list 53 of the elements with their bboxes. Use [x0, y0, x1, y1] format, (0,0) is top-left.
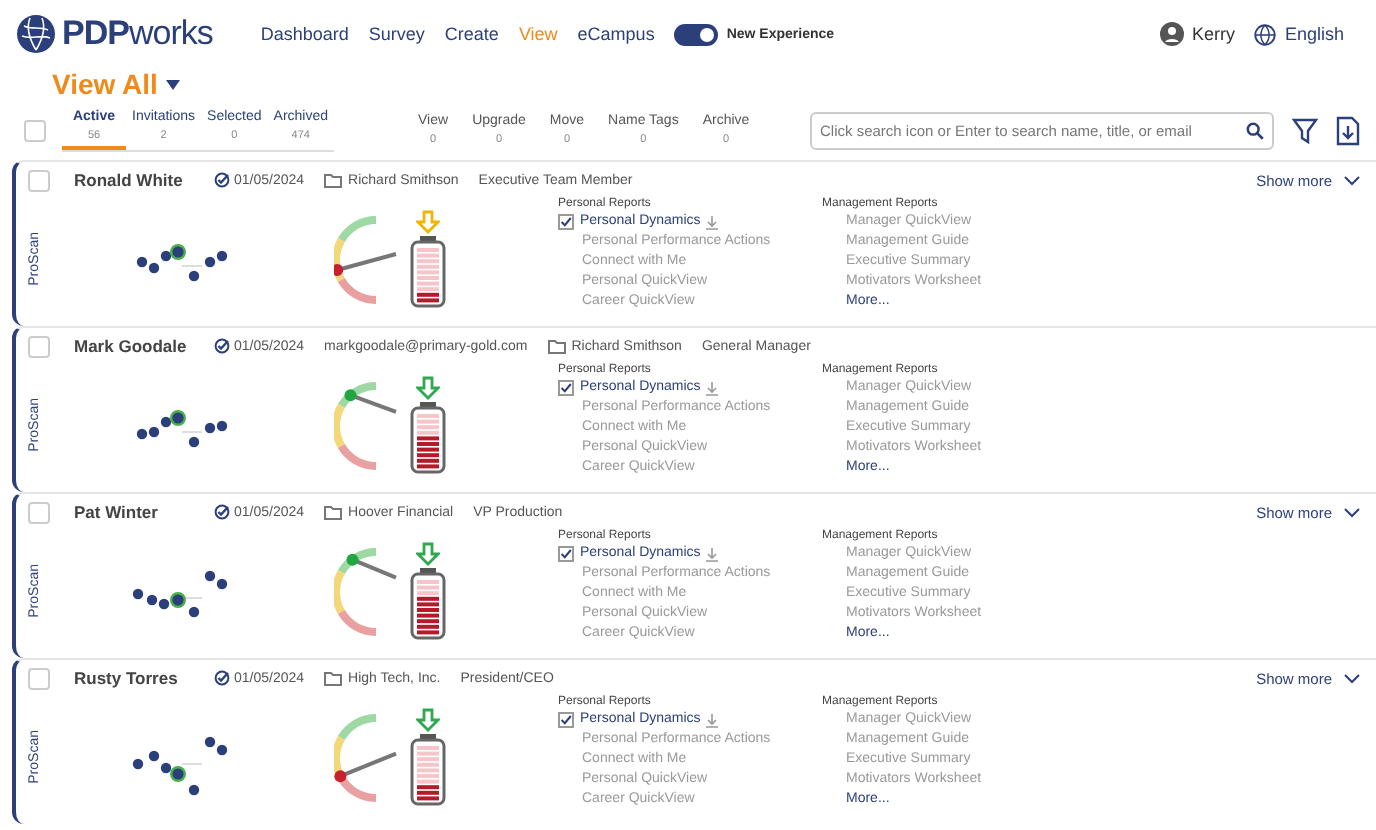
nav-link[interactable]: Create: [444, 24, 499, 44]
gauge-drawing: [334, 709, 402, 805]
filter-button[interactable]: [1292, 117, 1318, 143]
nav-link[interactable]: View: [518, 24, 558, 44]
chevron-down-icon: [1344, 507, 1360, 517]
folder-icon: [547, 339, 566, 353]
check-badge-icon: [214, 504, 230, 520]
toggle-switch[interactable]: [674, 23, 719, 45]
globe-logo-icon: [16, 14, 56, 54]
page-title[interactable]: View All: [52, 68, 158, 100]
download-icon[interactable]: [706, 713, 719, 727]
check-badge-icon: [214, 670, 230, 686]
download-icon[interactable]: [706, 381, 719, 395]
folder-icon: [324, 671, 343, 685]
brand-name: PDPworks: [62, 14, 213, 54]
check-badge-icon: [214, 172, 230, 188]
folder-icon: [324, 505, 343, 519]
search-icon[interactable]: [1246, 121, 1264, 139]
nav-link[interactable]: Survey: [368, 24, 425, 44]
chevron-down-icon: [1344, 175, 1360, 185]
battery-drawing: [410, 734, 446, 806]
download-icon[interactable]: [706, 547, 719, 561]
download-button[interactable]: [1336, 115, 1360, 145]
checkbox[interactable]: [558, 546, 574, 562]
person-name[interactable]: Rusty Torres: [74, 668, 194, 688]
gauge-drawing: [334, 543, 402, 639]
select-all-checkbox[interactable]: [24, 119, 46, 141]
battery-drawing: [410, 402, 446, 474]
user-avatar-icon[interactable]: [1159, 22, 1184, 46]
user-name[interactable]: Kerry: [1191, 24, 1235, 44]
chevron-down-icon: [1344, 673, 1360, 683]
checkbox[interactable]: [558, 712, 574, 728]
row-checkbox[interactable]: [28, 169, 50, 191]
person-name[interactable]: Pat Winter: [74, 502, 194, 522]
person-name[interactable]: Mark Goodale: [74, 336, 194, 356]
nav-link[interactable]: eCampus: [577, 24, 655, 44]
person-name[interactable]: Ronald White: [74, 170, 194, 190]
check-badge-icon: [214, 338, 230, 354]
battery-drawing: [410, 236, 446, 308]
globe-icon[interactable]: [1254, 23, 1277, 45]
folder-icon: [324, 173, 343, 187]
download-icon[interactable]: [706, 215, 719, 229]
language-selector[interactable]: English: [1284, 24, 1344, 44]
checkbox[interactable]: [558, 380, 574, 396]
nav-link[interactable]: Dashboard: [260, 24, 349, 44]
row-checkbox[interactable]: [28, 501, 50, 523]
gauge-drawing: [334, 377, 402, 473]
checkbox[interactable]: [558, 214, 574, 230]
caret-icon[interactable]: [165, 79, 180, 89]
gauge-drawing: [334, 211, 402, 307]
row-checkbox[interactable]: [28, 667, 50, 689]
row-checkbox[interactable]: [28, 335, 50, 357]
battery-drawing: [410, 568, 446, 640]
